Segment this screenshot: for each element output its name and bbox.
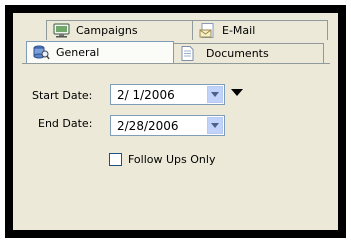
tab-campaigns-label: Campaigns	[76, 24, 138, 37]
tab-general[interactable]: General	[26, 41, 174, 63]
chevron-down-icon	[211, 92, 219, 97]
tab-documents-label: Documents	[206, 47, 269, 60]
dropdown-arrow-icon[interactable]	[231, 89, 243, 96]
start-date-dropdown-button[interactable]	[207, 86, 223, 103]
start-date-combo[interactable]: 2/ 1/2006	[110, 84, 225, 105]
monitor-icon	[53, 23, 70, 38]
document-icon	[179, 46, 196, 61]
tab-page-border	[22, 63, 330, 64]
follow-ups-label[interactable]: Follow Ups Only	[128, 153, 215, 166]
end-date-label: End Date:	[38, 117, 93, 130]
start-date-label: Start Date:	[32, 89, 93, 102]
tab-documents[interactable]: Documents	[172, 43, 324, 63]
email-document-icon	[199, 23, 216, 38]
follow-ups-checkbox[interactable]	[109, 153, 122, 166]
end-date-combo[interactable]: 2/28/2006	[110, 115, 225, 136]
chevron-down-icon	[211, 123, 219, 128]
search-database-icon	[33, 45, 50, 60]
tab-email[interactable]: E-Mail	[192, 20, 328, 40]
tab-campaigns[interactable]: Campaigns	[46, 20, 194, 40]
tab-email-label: E-Mail	[222, 24, 256, 37]
tab-general-label: General	[56, 46, 100, 59]
end-date-value: 2/28/2006	[117, 118, 179, 133]
start-date-value: 2/ 1/2006	[117, 87, 175, 102]
end-date-dropdown-button[interactable]	[207, 117, 223, 134]
